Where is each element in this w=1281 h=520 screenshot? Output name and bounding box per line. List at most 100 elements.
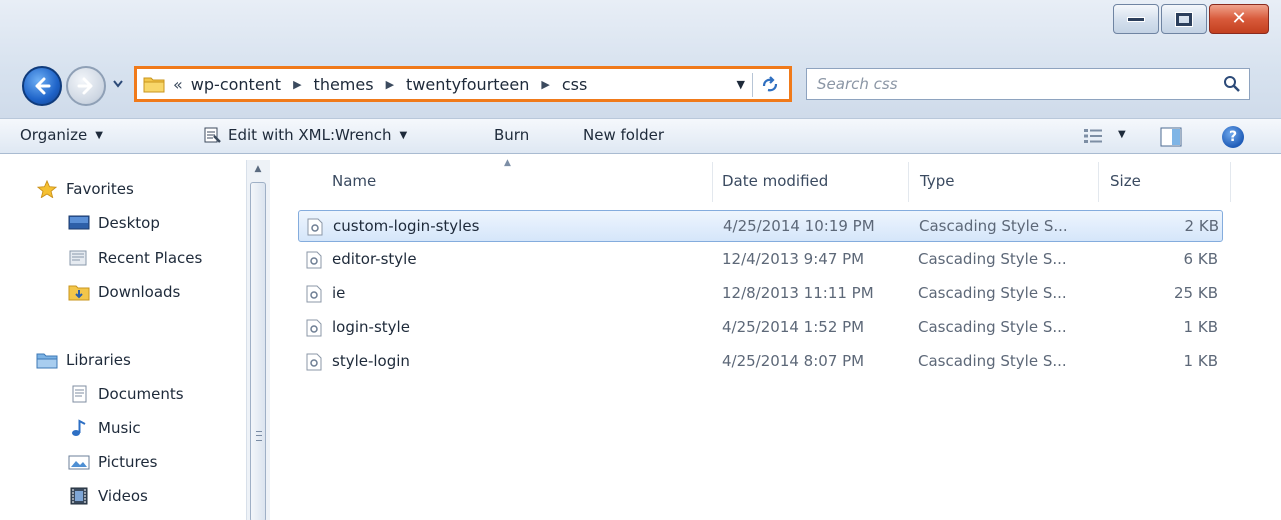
column-header-type[interactable]: Type [920,172,954,190]
back-arrow-icon [35,77,51,95]
navigation-pane: Favorites Desktop Recent Places Download… [0,154,246,520]
breadcrumb-separator-icon[interactable]: ▶ [293,78,301,91]
breadcrumb-separator-icon[interactable]: ▶ [541,78,549,91]
file-row[interactable]: editor-style 12/4/2013 9:47 PM Cascading… [298,244,1223,276]
file-type: Cascading Style S... [918,250,1067,268]
nav-documents[interactable]: Documents [68,385,184,403]
nav-favorites[interactable]: Favorites [36,180,134,198]
nav-recent-places[interactable]: Recent Places [68,249,202,267]
search-icon[interactable] [1223,75,1241,93]
scroll-up-arrow-icon[interactable]: ▲ [247,164,269,178]
star-icon [36,180,58,198]
file-type: Cascading Style S... [918,352,1067,370]
nav-recent-places-label: Recent Places [98,249,203,267]
nav-videos[interactable]: Videos [68,487,148,505]
nav-pictures[interactable]: Pictures [68,453,157,471]
edit-with-xml-wrench-button[interactable]: Edit with XML:Wrench ▼ [202,126,407,144]
forward-button[interactable] [66,66,106,106]
address-overflow-chevron[interactable]: « [173,75,183,94]
search-box[interactable] [806,68,1250,100]
chevron-down-icon: ▼ [95,129,103,141]
breadcrumb-css[interactable]: css [562,75,587,94]
file-size: 25 KB [1174,284,1218,302]
refresh-icon[interactable] [759,74,781,96]
new-folder-button[interactable]: New folder [583,126,664,144]
file-name: style-login [332,352,410,370]
breadcrumb-separator-icon[interactable]: ▶ [386,78,394,91]
address-bar[interactable]: « wp-content ▶ themes ▶ twentyfourteen ▶… [134,66,792,102]
column-header-name[interactable]: Name [332,172,376,190]
close-button[interactable]: ✕ [1209,4,1269,34]
organize-button[interactable]: Organize ▼ [20,126,103,144]
downloads-folder-icon [68,285,90,301]
breadcrumb-themes[interactable]: themes [314,75,374,94]
folder-icon [143,77,165,93]
recent-pages-dropdown-icon[interactable] [113,80,123,88]
libraries-icon [36,353,58,369]
maximize-button[interactable] [1161,4,1207,34]
file-row-selected[interactable]: custom-login-styles 4/25/2014 10:19 PM C… [298,210,1223,242]
burn-button[interactable]: Burn [494,126,529,144]
file-name: custom-login-styles [333,217,480,235]
column-divider[interactable] [1230,162,1231,202]
file-date-modified: 4/25/2014 1:52 PM [722,318,865,336]
column-divider[interactable] [712,162,713,202]
file-row[interactable]: style-login 4/25/2014 8:07 PM Cascading … [298,346,1223,378]
file-type: Cascading Style S... [919,217,1068,235]
nav-downloads[interactable]: Downloads [68,283,180,301]
nav-desktop-label: Desktop [98,214,160,232]
desktop-icon [68,215,90,230]
chevron-down-icon: ▼ [399,129,408,141]
file-date-modified: 12/8/2013 11:11 PM [722,284,874,302]
file-size: 1 KB [1183,318,1218,336]
documents-icon [72,385,87,403]
change-view-icon[interactable] [1083,128,1105,144]
nav-pictures-label: Pictures [98,453,158,471]
file-date-modified: 12/4/2013 9:47 PM [722,250,865,268]
search-input[interactable] [807,69,1207,99]
address-divider [752,73,753,97]
column-header-size[interactable]: Size [1110,172,1141,190]
window-chrome: ✕ « wp-content ▶ themes ▶ twentyfourteen… [0,0,1281,118]
nav-videos-label: Videos [98,487,148,505]
scroll-thumb[interactable] [250,182,266,520]
edit-with-label: Edit with XML:Wrench [228,126,392,144]
help-icon[interactable]: ? [1222,126,1244,148]
file-name: login-style [332,318,410,336]
nav-desktop[interactable]: Desktop [68,214,160,232]
nav-libraries[interactable]: Libraries [36,351,131,369]
nav-music[interactable]: Music [68,419,141,437]
breadcrumb-wp-content[interactable]: wp-content [191,75,281,94]
window-controls: ✕ [1113,4,1269,34]
back-button[interactable] [22,66,62,106]
minimize-icon [1127,16,1145,22]
nav-downloads-label: Downloads [98,283,181,301]
column-header-date-modified[interactable]: Date modified [722,172,828,190]
file-size: 1 KB [1183,352,1218,370]
burn-label: Burn [494,126,530,144]
css-file-icon [306,251,322,269]
preview-pane-icon[interactable] [1160,127,1182,147]
breadcrumb-twentyfourteen[interactable]: twentyfourteen [406,75,529,94]
css-file-icon [306,319,322,337]
navigation-scrollbar[interactable]: ▲ [246,160,270,520]
file-row[interactable]: login-style 4/25/2014 1:52 PM Cascading … [298,312,1223,344]
sort-ascending-icon: ▲ [504,158,511,168]
css-file-icon [307,218,323,236]
nav-favorites-label: Favorites [66,180,134,198]
css-file-icon [306,285,322,303]
file-name: ie [332,284,346,302]
file-row[interactable]: ie 12/8/2013 11:11 PM Cascading Style S.… [298,278,1223,310]
column-divider[interactable] [908,162,909,202]
view-options-chevron-icon[interactable]: ▼ [1118,129,1126,140]
minimize-button[interactable] [1113,4,1159,34]
column-divider[interactable] [1098,162,1099,202]
file-date-modified: 4/25/2014 8:07 PM [722,352,865,370]
file-size: 6 KB [1183,250,1218,268]
css-file-icon [306,353,322,371]
address-history-dropdown-icon[interactable]: ▼ [737,78,745,91]
file-type: Cascading Style S... [918,284,1067,302]
new-folder-label: New folder [583,126,665,144]
recent-places-icon [69,250,87,266]
music-note-icon [72,419,86,436]
